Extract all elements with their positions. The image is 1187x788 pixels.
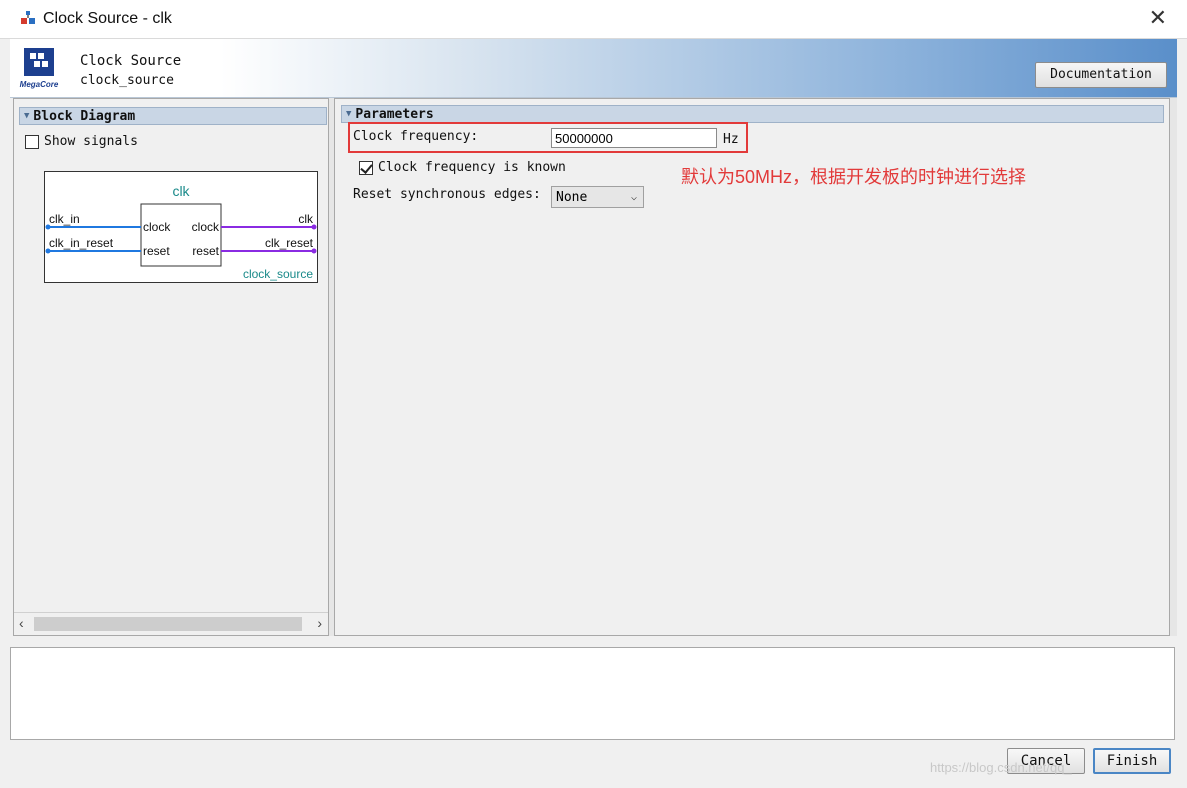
- parameters-title: Parameters: [355, 107, 434, 122]
- close-icon[interactable]: ✕: [1149, 6, 1167, 30]
- port-label-inner-reset-in: reset: [143, 244, 170, 258]
- block-diagram-title: Block Diagram: [33, 109, 136, 124]
- reset-edges-value: None: [556, 190, 588, 205]
- message-area: [10, 647, 1175, 740]
- show-signals-checkbox[interactable]: [25, 134, 39, 149]
- watermark-text: https://blog.csdn.net/qq_: [930, 760, 1072, 775]
- block-diagram-header[interactable]: ▼ Block Diagram: [19, 107, 327, 125]
- frequency-known-checkbox[interactable]: [359, 160, 373, 175]
- collapse-triangle-icon: ▼: [24, 111, 30, 121]
- annotation-note: 默认为50MHz，根据开发板的时钟进行选择: [681, 167, 1027, 187]
- block-diagram: clk clk_in clk_in_reset clock reset cloc…: [44, 171, 318, 283]
- reset-edges-label: Reset synchronous edges:: [353, 187, 541, 202]
- panel-splitter-right[interactable]: [1170, 98, 1177, 636]
- logo-text: MegaCore: [20, 80, 59, 89]
- window-titlebar: Clock Source - clk ✕: [0, 0, 1187, 39]
- block-diagram-svg: clk clk_in clk_in_reset clock reset cloc…: [45, 183, 317, 281]
- scroll-left-icon[interactable]: ‹: [19, 615, 24, 631]
- highlight-box: [348, 122, 748, 153]
- header-banner: MegaCore Clock Source clock_source Docum…: [10, 39, 1177, 98]
- port-label-inner-clock-out: clock: [192, 220, 220, 234]
- documentation-button[interactable]: Documentation: [1035, 62, 1167, 88]
- show-signals-row[interactable]: Show signals: [25, 134, 138, 149]
- parameters-panel: ▼ Parameters Clock frequency: 50000000 Hz…: [334, 98, 1170, 636]
- chevron-down-icon: ⌵: [630, 192, 637, 203]
- collapse-triangle-icon: ▼: [346, 109, 352, 119]
- port-label-clk-in-reset: clk_in_reset: [49, 236, 114, 250]
- megacore-logo: MegaCore: [20, 48, 59, 89]
- scroll-right-icon[interactable]: ›: [317, 615, 322, 631]
- port-label-clk-in: clk_in: [49, 212, 80, 226]
- component-title: Clock Source: [80, 53, 182, 69]
- show-signals-label: Show signals: [44, 134, 138, 149]
- instance-name-text: clock_source: [243, 267, 313, 281]
- reset-edges-select[interactable]: None ⌵: [551, 186, 644, 208]
- port-label-inner-clock-in: clock: [143, 220, 171, 234]
- component-name-text: clk: [172, 183, 190, 199]
- window-title: Clock Source - clk: [43, 10, 172, 27]
- component-subtitle: clock_source: [80, 73, 174, 88]
- scrollbar-thumb[interactable]: [34, 617, 302, 631]
- finish-button[interactable]: Finish: [1093, 748, 1171, 774]
- frequency-known-label: Clock frequency is known: [378, 160, 566, 175]
- frequency-known-row[interactable]: Clock frequency is known: [359, 160, 566, 175]
- parameters-header[interactable]: ▼ Parameters: [341, 105, 1164, 123]
- app-icon: [21, 11, 35, 24]
- port-label-clk: clk: [298, 212, 314, 226]
- block-diagram-panel: ▼ Block Diagram Show signals clk clk_in c…: [13, 98, 329, 636]
- horizontal-scrollbar[interactable]: ‹ ›: [14, 612, 328, 635]
- port-label-inner-reset-out: reset: [192, 244, 219, 258]
- port-label-clk-reset: clk_reset: [265, 236, 314, 250]
